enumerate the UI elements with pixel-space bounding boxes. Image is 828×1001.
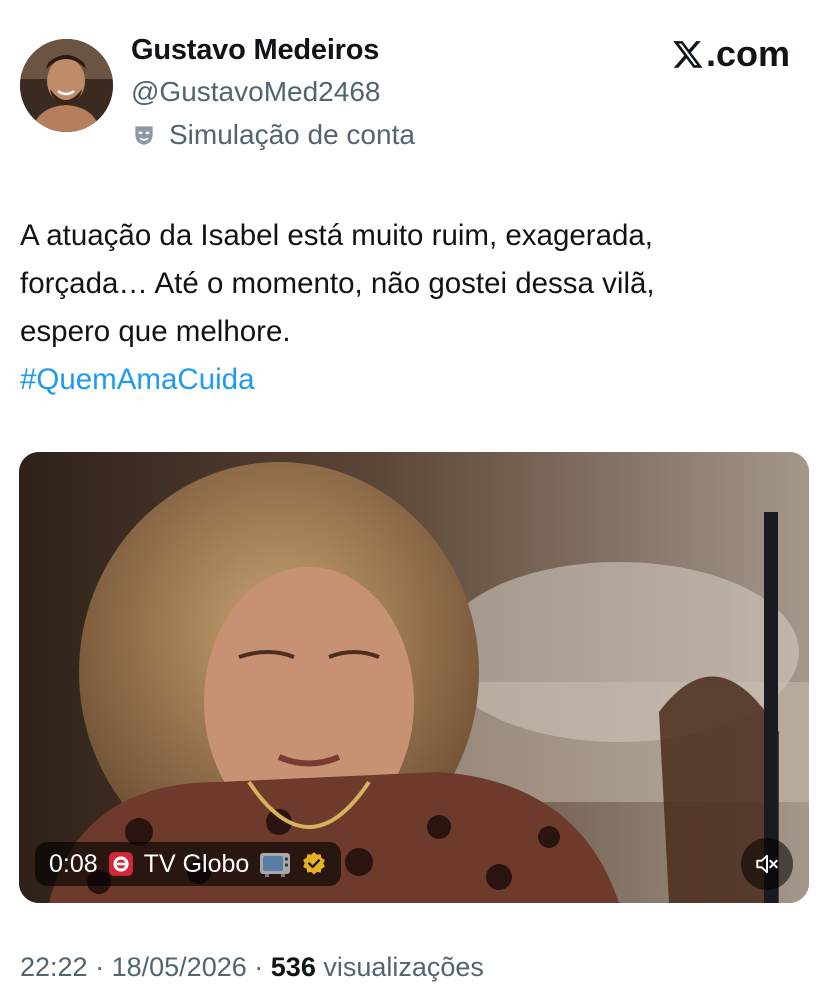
tweet-date[interactable]: 18/05/2026: [112, 952, 247, 982]
x-brand: .com: [672, 33, 790, 75]
tweet-line: espero que melhore.: [20, 315, 291, 348]
account-label-text: Simulação de conta: [169, 119, 415, 150]
meta-separator: ·: [95, 952, 105, 982]
video-info-pill: 0:08 TV Globo: [35, 842, 342, 886]
tweet-text: A atuação da Isabel está muito ruim, exa…: [20, 212, 810, 404]
globo-icon: [108, 852, 133, 876]
author-name[interactable]: Gustavo Medeiros: [131, 34, 379, 67]
tweet-line: A atuação da Isabel está muito ruim, exa…: [20, 219, 653, 252]
views-label: visualizações: [323, 952, 484, 982]
tv-icon: [260, 853, 291, 877]
author-handle[interactable]: @GustavoMed2468: [131, 76, 380, 108]
x-brand-text: .com: [705, 33, 790, 74]
muted-speaker-icon: [756, 854, 778, 874]
mute-toggle-button[interactable]: [741, 838, 793, 890]
video-channel: TV Globo: [143, 849, 250, 878]
theater-mask-icon: [135, 126, 153, 145]
avatar[interactable]: [20, 39, 113, 132]
x-logo-icon: [673, 41, 703, 68]
tweet-time[interactable]: 22:22: [20, 952, 88, 982]
avatar-photo: [20, 39, 113, 132]
verified-badge-icon: [303, 852, 326, 875]
tweet-meta: 22:22 · 18/05/2026 · 536 visualizações: [20, 952, 484, 983]
account-label: Simulação de conta: [131, 118, 415, 152]
tweet-line: forçada… Até o momento, não gostei dessa…: [20, 267, 655, 300]
video-player[interactable]: 0:08 TV Globo: [19, 452, 809, 903]
video-frame: [19, 452, 809, 903]
video-time: 0:08: [49, 849, 98, 878]
meta-separator: ·: [254, 952, 264, 982]
views-count: 536: [270, 952, 316, 982]
hashtag-link[interactable]: #QuemAmaCuida: [20, 363, 254, 396]
